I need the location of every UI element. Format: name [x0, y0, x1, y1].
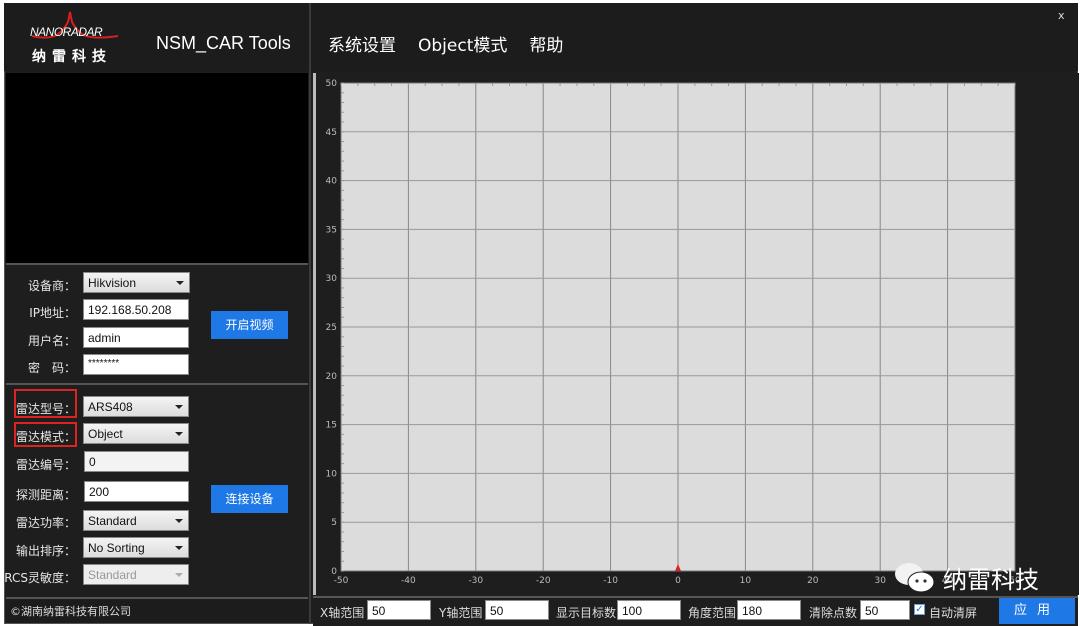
clear-points-label: 清除点数 — [809, 606, 858, 620]
clear-points-input[interactable]: 50 — [860, 600, 910, 620]
radar-model-select[interactable]: ARS408 — [83, 396, 189, 417]
x-tick-label: -50 — [334, 576, 349, 586]
y-tick-label: 30 — [326, 274, 338, 284]
y-tick-label: 20 — [326, 372, 338, 382]
radar-power-label: 雷达功率： — [15, 516, 76, 530]
y-tick-label: 0 — [331, 567, 337, 577]
x-tick-label: -40 — [401, 576, 416, 586]
chevron-down-icon — [175, 432, 183, 436]
menu-object-mode[interactable]: Object模式 — [418, 31, 507, 56]
x-tick-label: 20 — [807, 576, 819, 586]
ip-label: IP地址： — [29, 306, 76, 320]
connect-device-button[interactable]: 连接设备 — [211, 485, 288, 513]
x-tick-label: -10 — [603, 576, 618, 586]
chevron-down-icon — [175, 519, 183, 523]
chevron-down-icon — [176, 281, 184, 285]
radar-model-value: ARS408 — [88, 400, 133, 414]
radar-power-select[interactable]: Standard — [83, 510, 189, 531]
radar-model-label: 雷达型号： — [15, 402, 76, 416]
radar-plot[interactable]: -50 -40 -30 -20 -10 0 10 20 30 40 50 0 5 10 15 20 25 30 35… — [313, 73, 1076, 595]
y-tick-label: 5 — [331, 518, 337, 528]
y-tick-label: 40 — [326, 177, 338, 187]
chevron-down-icon — [175, 573, 183, 577]
username-input[interactable]: admin — [83, 327, 189, 348]
y-range-label: Y轴范围 — [439, 606, 483, 620]
apply-button[interactable]: 应用 — [999, 598, 1075, 624]
radar-id-input[interactable]: 0 — [84, 451, 189, 472]
y-tick-label: 50 — [326, 79, 338, 89]
divider — [6, 263, 308, 265]
x-range-label: X轴范围 — [320, 606, 365, 620]
open-video-button[interactable]: 开启视频 — [211, 311, 288, 339]
x-range-input[interactable]: 50 — [367, 600, 431, 620]
menu-help[interactable]: 帮助 — [529, 31, 563, 56]
angle-range-input[interactable]: 180 — [737, 600, 801, 620]
y-tick-label: 35 — [326, 225, 337, 235]
x-tick-label: 30 — [874, 576, 886, 586]
y-tick-label: 25 — [326, 323, 337, 333]
x-tick-label: -20 — [536, 576, 551, 586]
checkmark-icon: ✓ — [915, 604, 924, 615]
output-sort-label: 输出排序： — [15, 544, 76, 558]
rcs-sensitivity-label: RCS灵敏度： — [4, 571, 76, 585]
radar-mode-select[interactable]: Object — [83, 423, 189, 444]
y-tick-label: 10 — [326, 469, 338, 479]
username-label: 用户名： — [27, 334, 76, 348]
detection-range-input[interactable]: 200 — [84, 481, 189, 502]
y-range-input[interactable]: 50 — [485, 600, 549, 620]
x-tick-label: 0 — [675, 576, 681, 586]
vendor-label: 设备商： — [27, 279, 76, 293]
ip-input[interactable]: 192.168.50.208 — [83, 299, 189, 320]
chevron-down-icon — [175, 546, 183, 550]
divider — [6, 383, 308, 385]
watermark: 纳雷科技 — [893, 560, 1039, 595]
radar-mode-label: 雷达模式： — [15, 430, 76, 444]
auto-clear-label: 自动清屏 — [929, 606, 978, 620]
display-targets-input[interactable]: 100 — [617, 600, 681, 620]
y-tick-label: 45 — [326, 128, 337, 138]
close-button[interactable]: x — [1058, 9, 1065, 22]
radar-power-value: Standard — [88, 514, 137, 528]
x-tick-label: 10 — [740, 576, 752, 586]
company-logo: NANORADAR 纳雷科技 — [30, 11, 120, 65]
main-menu: 系统设置 Object模式 帮助 — [328, 31, 563, 56]
x-tick-label: -30 — [468, 576, 483, 586]
watermark-text: 纳雷科技 — [943, 566, 1039, 594]
chevron-down-icon — [175, 405, 183, 409]
auto-clear-checkbox[interactable]: ✓ — [914, 604, 925, 615]
display-targets-label: 显示目标数 — [556, 606, 617, 620]
rcs-sensitivity-select: Standard — [83, 564, 189, 585]
angle-range-label: 角度范围 — [688, 606, 737, 620]
y-tick-label: 15 — [326, 421, 337, 431]
video-preview — [6, 73, 308, 263]
vendor-select[interactable]: Hikvision — [83, 272, 190, 293]
panel-divider — [309, 3, 311, 624]
vendor-value: Hikvision — [88, 276, 137, 290]
menu-system-settings[interactable]: 系统设置 — [328, 31, 396, 56]
rcs-sensitivity-value: Standard — [88, 568, 137, 582]
logo-english: NANORADAR — [30, 25, 103, 39]
password-input[interactable]: ******** — [83, 354, 189, 375]
copyright-text: ©湖南纳雷科技有限公司 — [10, 605, 131, 618]
wechat-icon — [895, 562, 935, 592]
output-sort-value: No Sorting — [88, 541, 145, 555]
password-label: 密 码： — [27, 361, 76, 375]
output-sort-select[interactable]: No Sorting — [83, 537, 189, 558]
logo-chinese: 纳雷科技 — [32, 49, 112, 65]
app-title: NSM_CAR Tools — [156, 33, 291, 53]
radar-id-label: 雷达编号： — [15, 458, 76, 472]
radar-mode-value: Object — [88, 427, 123, 441]
detection-range-label: 探测距离： — [15, 488, 76, 502]
